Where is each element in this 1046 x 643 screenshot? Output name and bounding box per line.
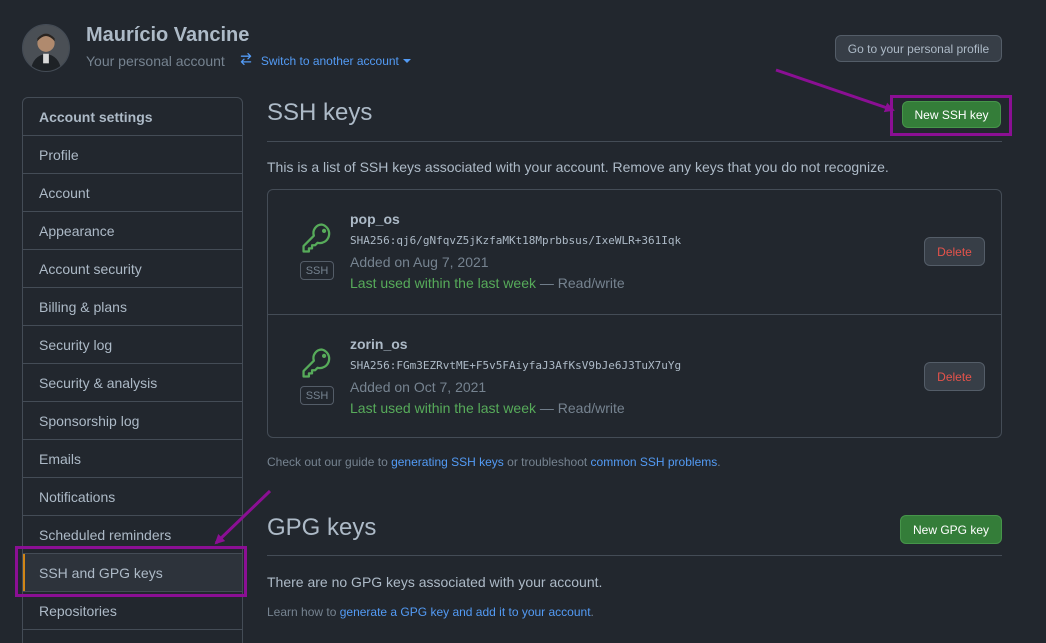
- annotation-box-new-ssh: [890, 95, 1012, 136]
- delete-ssh-key-button[interactable]: Delete: [924, 362, 985, 391]
- ssh-key-usage: Last used within the last week — Read/wr…: [350, 400, 625, 416]
- ssh-key-fingerprint: SHA256:FGm3EZRvtME+F5v5FAiyfaJ3AfKsV9bJe…: [350, 359, 682, 372]
- ssh-key-access: — Read/write: [536, 275, 625, 291]
- sidebar-item-account-security[interactable]: Account security: [23, 250, 242, 288]
- ssh-keys-list: SSH pop_os SHA256:qj6/gNfqvZ5jKzfaMKt18M…: [267, 189, 1002, 438]
- sidebar-item-appearance[interactable]: Appearance: [23, 212, 242, 250]
- ssh-key-last-used: Last used within the last week: [350, 400, 536, 416]
- ssh-key-usage: Last used within the last week — Read/wr…: [350, 275, 625, 291]
- key-icon: [300, 345, 334, 381]
- key-icon: [300, 220, 334, 256]
- ssh-key-added-date: Added on Oct 7, 2021: [350, 379, 487, 395]
- generate-gpg-key-link[interactable]: generate a GPG key and add it to your ac…: [340, 605, 591, 619]
- sidebar-item-notifications[interactable]: Notifications: [23, 478, 242, 516]
- gpg-keys-title: GPG keys: [267, 514, 377, 541]
- gpg-learn-prefix: Learn how to: [267, 605, 340, 619]
- ssh-key-row: SSH pop_os SHA256:qj6/gNfqvZ5jKzfaMKt18M…: [268, 190, 1001, 314]
- sidebar-item-emails[interactable]: Emails: [23, 440, 242, 478]
- ssh-key-fingerprint: SHA256:qj6/gNfqvZ5jKzfaMKt18Mprbbsus/Ixe…: [350, 234, 682, 247]
- ssh-key-row: SSH zorin_os SHA256:FGm3EZRvtME+F5v5FAiy…: [268, 314, 1001, 438]
- ssh-key-added-date: Added on Aug 7, 2021: [350, 254, 489, 270]
- switch-account-link[interactable]: Switch to another account: [239, 52, 411, 69]
- ssh-keys-title: SSH keys: [267, 99, 373, 126]
- user-name: Maurício Vancine: [86, 24, 250, 46]
- personal-profile-button[interactable]: Go to your personal profile: [835, 35, 1002, 62]
- delete-ssh-key-button[interactable]: Delete: [924, 237, 985, 266]
- account-context: Your personal account Switch to another …: [86, 52, 411, 69]
- gpg-learn-suffix: .: [590, 605, 594, 619]
- common-ssh-problems-link[interactable]: common SSH problems: [591, 455, 718, 469]
- arrows-switch-icon: [239, 52, 253, 69]
- sidebar-heading: Account settings: [23, 98, 242, 136]
- sidebar-item-billing[interactable]: Billing & plans: [23, 288, 242, 326]
- sidebar-item-security-analysis[interactable]: Security & analysis: [23, 364, 242, 402]
- ssh-badge: SSH: [300, 261, 334, 280]
- avatar[interactable]: [22, 24, 70, 72]
- switch-account-label: Switch to another account: [260, 53, 399, 68]
- ssh-key-last-used: Last used within the last week: [350, 275, 536, 291]
- ssh-guide-middle: or troubleshoot: [503, 455, 591, 469]
- caret-down-icon: [402, 58, 411, 63]
- new-gpg-key-button[interactable]: New GPG key: [900, 515, 1002, 544]
- annotation-box-ssh-gpg: [15, 546, 247, 597]
- generating-ssh-keys-link[interactable]: generating SSH keys: [391, 455, 504, 469]
- ssh-key-access: — Read/write: [536, 400, 625, 416]
- sidebar-item-sponsorship-log[interactable]: Sponsorship log: [23, 402, 242, 440]
- ssh-intro-text: This is a list of SSH keys associated wi…: [267, 159, 889, 175]
- gpg-empty-text: There are no GPG keys associated with yo…: [267, 574, 603, 590]
- ssh-key-name: zorin_os: [350, 336, 408, 352]
- sidebar-item-packages[interactable]: Packages: [23, 630, 242, 643]
- account-subtitle: Your personal account: [86, 52, 225, 69]
- sidebar-item-account[interactable]: Account: [23, 174, 242, 212]
- ssh-guide-text: Check out our guide to generating SSH ke…: [267, 455, 721, 469]
- ssh-title-divider: [267, 141, 1002, 142]
- gpg-title-divider: [267, 555, 1002, 556]
- ssh-guide-prefix: Check out our guide to: [267, 455, 392, 469]
- sidebar-item-repositories[interactable]: Repositories: [23, 592, 242, 630]
- ssh-badge: SSH: [300, 386, 334, 405]
- ssh-guide-suffix: .: [717, 455, 721, 469]
- gpg-learn-text: Learn how to generate a GPG key and add …: [267, 605, 594, 619]
- sidebar-item-security-log[interactable]: Security log: [23, 326, 242, 364]
- ssh-key-name: pop_os: [350, 211, 400, 227]
- sidebar-item-profile[interactable]: Profile: [23, 136, 242, 174]
